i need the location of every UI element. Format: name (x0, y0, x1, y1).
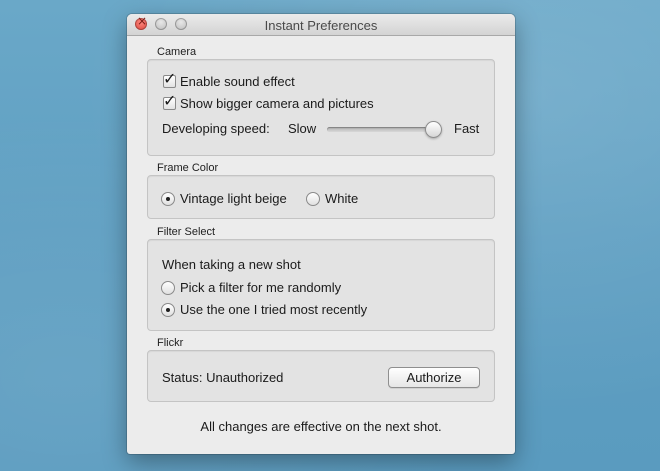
frame-color-option-vintage[interactable]: Vintage light beige (161, 191, 287, 206)
footer-note: All changes are effective on the next sh… (200, 419, 442, 434)
bigger-camera-label: Show bigger camera and pictures (180, 96, 374, 111)
enable-sound-label: Enable sound effect (180, 74, 295, 89)
window-title: Instant Preferences (264, 18, 378, 33)
filter-option-random[interactable]: Pick a filter for me randomly (161, 280, 341, 295)
camera-section-label: Camera (157, 46, 197, 58)
title-bar[interactable]: Instant Preferences (127, 14, 515, 36)
random-filter-radio[interactable] (161, 280, 175, 295)
white-label: White (325, 191, 359, 206)
checkmark-icon: ✓ (163, 91, 177, 110)
enable-sound-checkbox-row[interactable]: ✓ Enable sound effect (163, 71, 295, 89)
filter-select-section-label: Filter Select (157, 226, 216, 238)
developing-speed-label: Developing speed: (162, 121, 270, 136)
enable-sound-checkbox[interactable]: ✓ (163, 71, 176, 88)
recent-filter-label: Use the one I tried most recently (180, 302, 368, 317)
filter-prompt: When taking a new shot (162, 257, 301, 272)
random-filter-label: Pick a filter for me randomly (180, 280, 342, 295)
speed-fast-label: Fast (454, 121, 480, 136)
recent-filter-radio[interactable] (161, 302, 175, 317)
checkmark-icon: ✓ (163, 69, 177, 88)
developing-speed-slider-knob[interactable] (425, 121, 442, 138)
flickr-section-label: Flickr (157, 337, 184, 349)
filter-option-recent[interactable]: Use the one I tried most recently (161, 302, 367, 317)
vintage-radio[interactable] (161, 191, 175, 206)
bigger-camera-checkbox-row[interactable]: ✓ Show bigger camera and pictures (163, 93, 374, 111)
authorize-button[interactable]: Authorize (388, 367, 480, 388)
preferences-window: Instant Preferences Camera ✓ Enable soun… (127, 14, 515, 454)
bigger-camera-checkbox[interactable]: ✓ (163, 93, 176, 110)
white-radio[interactable] (306, 191, 320, 206)
frame-color-section-label: Frame Color (157, 162, 219, 174)
frame-color-option-white[interactable]: White (306, 191, 358, 206)
flickr-status: Status: Unauthorized (162, 370, 284, 385)
vintage-label: Vintage light beige (180, 191, 287, 206)
developing-speed-slider[interactable] (327, 127, 439, 132)
speed-slow-label: Slow (288, 121, 317, 136)
